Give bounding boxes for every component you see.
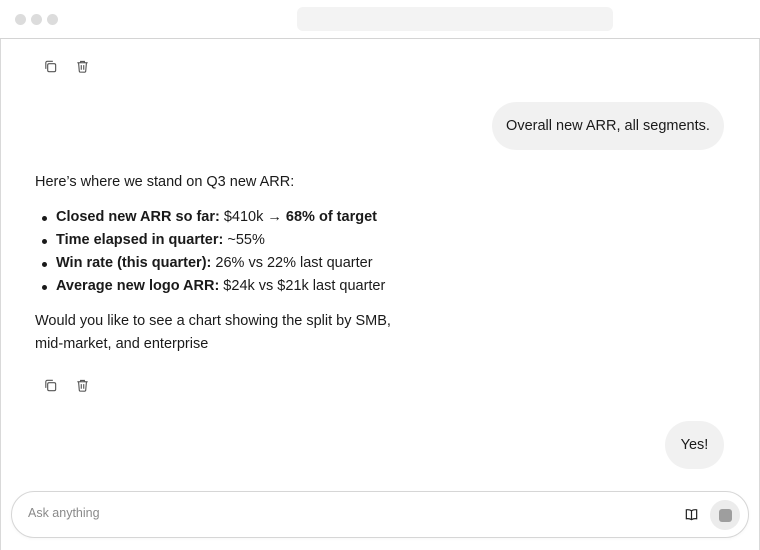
browser-titlebar bbox=[0, 0, 760, 39]
stop-button[interactable] bbox=[710, 500, 740, 530]
window-minimize-dot[interactable] bbox=[31, 14, 42, 25]
user-message-bubble: Yes! bbox=[665, 421, 724, 469]
copy-icon[interactable] bbox=[43, 59, 58, 74]
trash-icon[interactable] bbox=[75, 378, 90, 393]
copy-icon[interactable] bbox=[43, 378, 58, 393]
book-icon[interactable] bbox=[684, 507, 699, 522]
message-actions-top bbox=[43, 59, 90, 74]
assistant-intro-text: Here’s where we stand on Q3 new ARR: bbox=[35, 174, 295, 190]
user-message-text: Overall new ARR, all segments. bbox=[506, 118, 710, 134]
assistant-outro-text: Would you like to see a chart showing th… bbox=[35, 313, 391, 352]
bullet-highlight: 68% of target bbox=[285, 209, 377, 225]
list-item: Closed new ARR so far: $410k → 68% of ta… bbox=[35, 206, 395, 229]
trash-icon[interactable] bbox=[75, 59, 90, 74]
user-message-text: Yes! bbox=[680, 437, 709, 453]
chat-input[interactable] bbox=[28, 506, 628, 520]
bullet-label: Closed new ARR so far: bbox=[56, 209, 220, 225]
bullet-label: Average new logo ARR: bbox=[56, 278, 220, 294]
chat-window: Overall new ARR, all segments. Here’s wh… bbox=[0, 39, 760, 550]
list-item: Win rate (this quarter): 26% vs 22% last… bbox=[35, 252, 395, 275]
assistant-message: Here’s where we stand on Q3 new ARR: Clo… bbox=[35, 171, 395, 356]
assistant-bullet-list: Closed new ARR so far: $410k → 68% of ta… bbox=[35, 206, 395, 298]
bullet-label: Time elapsed in quarter: bbox=[56, 232, 224, 248]
composer bbox=[11, 491, 749, 538]
bullet-value: 26% vs 22% last quarter bbox=[211, 255, 373, 271]
bullet-label: Win rate (this quarter): bbox=[56, 255, 212, 271]
list-item: Time elapsed in quarter: ~55% bbox=[35, 229, 395, 252]
stop-square-icon bbox=[718, 508, 732, 522]
user-message-bubble: Overall new ARR, all segments. bbox=[492, 102, 724, 150]
bullet-value: $24k vs $21k last quarter bbox=[219, 278, 386, 294]
window-maximize-dot[interactable] bbox=[47, 14, 58, 25]
list-item: Average new logo ARR: $24k vs $21k last … bbox=[35, 275, 395, 298]
window-close-dot[interactable] bbox=[15, 14, 26, 25]
address-bar[interactable] bbox=[297, 7, 613, 31]
bullet-value: ~55% bbox=[223, 232, 265, 248]
message-actions-bottom bbox=[43, 378, 90, 393]
bullet-value: $410k → bbox=[219, 209, 286, 225]
